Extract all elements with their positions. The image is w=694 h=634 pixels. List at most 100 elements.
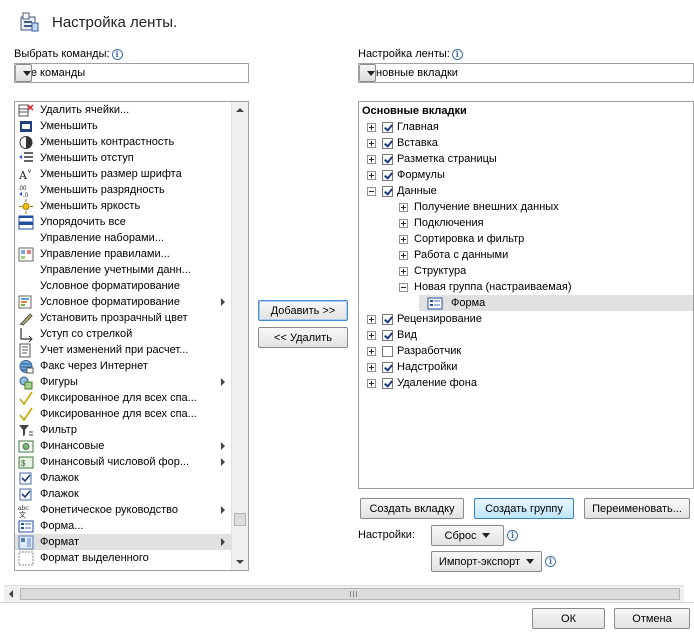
command-item[interactable]: Форма... (15, 518, 231, 534)
command-item[interactable]: Управление наборами... (15, 230, 231, 246)
info-icon[interactable]: i (451, 48, 463, 60)
expand-plus-icon[interactable] (367, 122, 376, 132)
expand-plus-icon[interactable] (399, 202, 408, 212)
tree-item[interactable]: Вид (367, 327, 417, 343)
tab-checkbox[interactable] (382, 329, 393, 341)
tree-item[interactable]: Форма (419, 295, 693, 311)
arrow-left-icon[interactable] (9, 590, 13, 598)
tab-checkbox[interactable] (382, 313, 393, 325)
scroll-up-button[interactable] (232, 102, 248, 118)
expand-plus-icon[interactable] (367, 138, 376, 148)
command-item[interactable]: .00.0 Уменьшить разрядность (15, 182, 231, 199)
expand-plus-icon[interactable] (367, 170, 376, 180)
expand-plus-icon[interactable] (367, 154, 376, 164)
collapse-minus-icon[interactable] (367, 186, 376, 196)
tab-checkbox[interactable] (382, 137, 393, 149)
customize-ribbon-combo[interactable]: Основные вкладки (358, 63, 694, 83)
command-item[interactable]: Уменьшить яркость (15, 198, 231, 214)
scroll-thumb[interactable] (234, 513, 246, 526)
rename-button[interactable]: Переименовать... (584, 498, 690, 519)
command-item[interactable]: Факс через Интернет (15, 358, 231, 374)
command-item[interactable]: Формат (15, 534, 231, 550)
tree-item[interactable]: Вставка (367, 135, 438, 151)
expand-plus-icon[interactable] (367, 362, 376, 372)
command-item[interactable]: Флажок (15, 470, 231, 486)
tree-item[interactable]: Работа с данными (399, 247, 508, 263)
tab-checkbox[interactable] (382, 185, 393, 197)
tree-item[interactable]: Сортировка и фильтр (399, 231, 524, 247)
tree-item[interactable]: Надстройки (367, 359, 457, 375)
command-item[interactable]: Фильтр (15, 422, 231, 438)
tree-item[interactable]: Рецензирование (367, 311, 482, 327)
add-button[interactable]: Добавить >> (258, 300, 348, 321)
horizontal-scroll-thumb[interactable] (20, 588, 680, 600)
tree-item[interactable]: Удаление фона (367, 375, 477, 391)
tree-item[interactable]: Данные (367, 183, 437, 199)
command-item[interactable]: Финансовые (15, 438, 231, 454)
info-icon[interactable]: i (111, 48, 123, 60)
command-item[interactable]: $ Финансовый числовой фор... (15, 454, 231, 470)
submenu-arrow-icon (221, 298, 225, 306)
import-export-button[interactable]: Импорт-экспорт (431, 551, 542, 572)
dropdown-button[interactable] (15, 64, 32, 82)
reset-button[interactable]: Сброс (431, 525, 504, 546)
command-item[interactable]: Уменьшить (15, 118, 231, 134)
command-item[interactable]: Фиксированное для всех спа... (15, 390, 231, 406)
tree-item[interactable]: Формулы (367, 167, 445, 183)
tab-checkbox[interactable] (382, 345, 393, 357)
expand-plus-icon[interactable] (399, 250, 408, 260)
expand-plus-icon[interactable] (367, 346, 376, 356)
expand-plus-icon[interactable] (399, 266, 408, 276)
tab-checkbox[interactable] (382, 361, 393, 373)
expand-plus-icon[interactable] (367, 314, 376, 324)
new-tab-button[interactable]: Создать вкладку (360, 498, 464, 519)
command-item[interactable]: Управление учетными данн... (15, 262, 231, 278)
command-item[interactable]: abc 文 Фонетическое руководство (15, 502, 231, 519)
ribbon-tabs-tree[interactable]: Основные вкладки Главная Вставка Разметка … (358, 101, 694, 489)
command-item[interactable]: Учет изменений при расчет... (15, 342, 231, 358)
collapse-minus-icon[interactable] (399, 282, 408, 292)
tab-checkbox[interactable] (382, 121, 393, 133)
shapes-icon (18, 375, 34, 390)
command-item[interactable]: Условное форматирование (15, 278, 231, 294)
tab-checkbox[interactable] (382, 377, 393, 389)
info-icon[interactable]: i (545, 556, 556, 567)
command-item[interactable]: Уменьшить отступ (15, 150, 231, 166)
tab-checkbox[interactable] (382, 153, 393, 165)
command-item[interactable]: Удалить ячейки... (15, 102, 231, 118)
tree-item[interactable]: Главная (367, 119, 439, 135)
scroll-down-button[interactable] (232, 554, 248, 570)
tree-item[interactable]: Получение внешних данных (399, 199, 559, 215)
expand-plus-icon[interactable] (367, 378, 376, 388)
command-item[interactable]: Фигуры (15, 374, 231, 390)
tree-item[interactable]: Структура (399, 263, 466, 279)
command-item[interactable]: Av Уменьшить размер шрифта (15, 166, 231, 182)
cancel-button[interactable]: Отмена (614, 608, 690, 629)
command-item[interactable]: Установить прозрачный цвет (15, 310, 231, 326)
command-item[interactable]: Управление правилами... (15, 246, 231, 262)
tree-item[interactable]: Разработчик (367, 343, 461, 359)
expand-plus-icon[interactable] (399, 218, 408, 228)
command-item[interactable]: Условное форматирование (15, 294, 231, 310)
tree-item[interactable]: Новая группа (настраиваемая) (399, 279, 572, 295)
tree-item[interactable]: Разметка страницы (367, 151, 497, 167)
dropdown-button[interactable] (359, 64, 376, 82)
command-item[interactable]: Фиксированное для всех спа... (15, 406, 231, 422)
tree-item[interactable]: Подключения (399, 215, 484, 231)
command-item[interactable]: Флажок (15, 486, 231, 502)
dialog-horizontal-scrollbar[interactable] (4, 585, 684, 602)
tab-checkbox[interactable] (382, 169, 393, 181)
command-item[interactable]: Формат выделенного (15, 550, 231, 566)
command-item[interactable]: Уменьшить контрастность (15, 134, 231, 150)
expand-plus-icon[interactable] (367, 330, 376, 340)
new-group-button[interactable]: Создать группу (474, 498, 574, 519)
commands-vertical-scrollbar[interactable] (231, 102, 248, 570)
info-icon[interactable]: i (507, 530, 518, 541)
remove-button[interactable]: << Удалить (258, 327, 348, 348)
choose-commands-combo[interactable]: Все команды (14, 63, 249, 83)
expand-plus-icon[interactable] (399, 234, 408, 244)
ok-button[interactable]: ОК (532, 608, 605, 629)
command-item[interactable]: Упорядочить все (15, 214, 231, 230)
commands-list[interactable]: Удалить ячейки... Уменьшить Уменьшить конт… (14, 101, 249, 571)
command-item[interactable]: Уступ со стрелкой (15, 326, 231, 342)
